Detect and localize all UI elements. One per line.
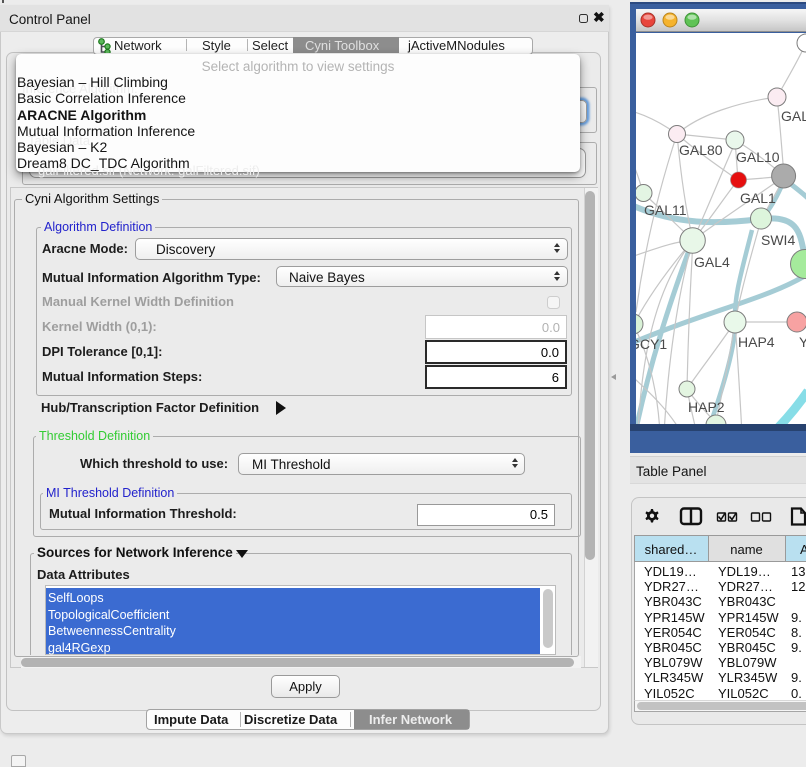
svg-text:SWI4: SWI4 bbox=[761, 232, 795, 248]
svg-text:GAL11: GAL11 bbox=[644, 202, 687, 218]
svg-text:GAL7: GAL7 bbox=[781, 108, 806, 124]
svg-text:GAL80: GAL80 bbox=[679, 142, 723, 158]
svg-text:Y: Y bbox=[799, 334, 806, 350]
svg-text:GAL4: GAL4 bbox=[694, 254, 730, 270]
svg-text:GAL10: GAL10 bbox=[736, 149, 780, 165]
svg-text:HAP2: HAP2 bbox=[688, 399, 725, 415]
svg-text:GAL1: GAL1 bbox=[740, 190, 776, 206]
svg-text:HAP4: HAP4 bbox=[738, 334, 775, 350]
